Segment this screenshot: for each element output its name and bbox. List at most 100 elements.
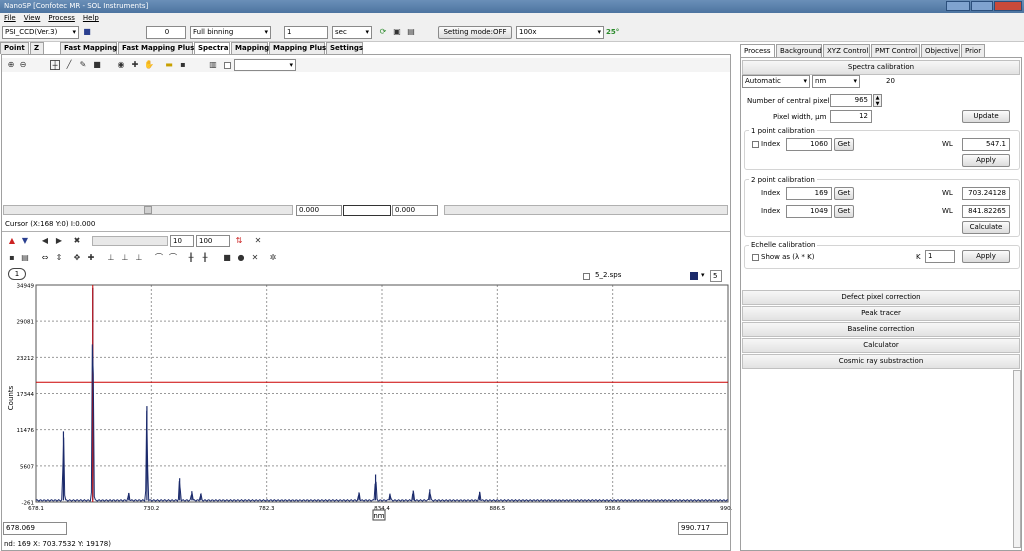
pencil-icon[interactable]: ✎ bbox=[78, 60, 88, 70]
binning-select[interactable]: Full binning bbox=[190, 26, 271, 39]
echelle-apply-button[interactable]: Apply bbox=[962, 250, 1010, 263]
peak-label-icon[interactable]: ⊥ bbox=[106, 253, 116, 263]
calculate-button[interactable]: Calculate bbox=[962, 221, 1010, 234]
section-baseline-correction[interactable]: Baseline correction bbox=[742, 322, 1020, 337]
stop-icon[interactable]: ■ bbox=[222, 253, 232, 263]
calibration-mode-select[interactable]: Automatic bbox=[742, 75, 810, 88]
section-cosmic-ray-substraction[interactable]: Cosmic ray substraction bbox=[742, 354, 1020, 369]
tab-spectra[interactable]: Spectra bbox=[194, 42, 230, 54]
rtab-prior[interactable]: Prior bbox=[961, 44, 985, 57]
tab-mapping-plus[interactable]: Mapping Plus bbox=[269, 42, 326, 54]
move-icon[interactable]: ✚ bbox=[130, 60, 140, 70]
baseline-icon[interactable]: ⌒ bbox=[168, 253, 178, 263]
section-defect-pixel-correction[interactable]: Defect pixel correction bbox=[742, 290, 1020, 305]
image-window-icon[interactable]: ▤ bbox=[406, 27, 416, 37]
fit-width-icon[interactable]: ⇔ bbox=[40, 253, 50, 263]
rtab-process[interactable]: Process bbox=[740, 44, 775, 57]
rtab-pmt-control[interactable]: PMT Control bbox=[871, 44, 920, 57]
two-point-wl1-field[interactable]: 703.24128 bbox=[962, 187, 1010, 200]
section-calculator[interactable]: Calculator bbox=[742, 338, 1020, 353]
move-axes-icon[interactable]: ✚ bbox=[86, 253, 96, 263]
fit-height-icon[interactable]: ⇕ bbox=[54, 253, 64, 263]
zoom-out-icon[interactable]: ⊖ bbox=[18, 60, 28, 70]
tab-fast-mapping-plus[interactable]: Fast Mapping Plus bbox=[118, 42, 194, 54]
two-point-index2-field[interactable]: 1049 bbox=[786, 205, 832, 218]
spectrum-chart[interactable]: 34949290812321217344114765607-261 678.1 7… bbox=[0, 280, 732, 525]
cancel-icon[interactable]: ✕ bbox=[250, 253, 260, 263]
marker-pair-icon[interactable]: ╫ bbox=[200, 253, 210, 263]
rtab-background[interactable]: Background bbox=[776, 44, 822, 57]
peak-area-icon[interactable]: ⊥ bbox=[120, 253, 130, 263]
objective-select[interactable]: 100x bbox=[516, 26, 604, 39]
eye-icon[interactable]: ◉ bbox=[116, 60, 126, 70]
open-folder-icon[interactable]: ▬ bbox=[164, 60, 174, 70]
maximize-button[interactable] bbox=[971, 1, 993, 11]
two-point-get2-button[interactable]: Get bbox=[834, 205, 854, 218]
range-to-field[interactable]: 100 bbox=[196, 235, 230, 247]
overlay-checkbox[interactable] bbox=[224, 62, 231, 69]
clear-icon[interactable]: ✕ bbox=[253, 236, 263, 246]
spectra-calibration-header[interactable]: Spectra calibration bbox=[742, 60, 1020, 75]
image-h-scrollbar-right[interactable] bbox=[444, 205, 728, 215]
range-box[interactable] bbox=[343, 205, 391, 216]
spectrum-slider[interactable] bbox=[92, 236, 168, 246]
prev-icon[interactable]: ◀ bbox=[40, 236, 50, 246]
triangle-up-icon[interactable]: ▲ bbox=[7, 236, 17, 246]
two-point-index1-field[interactable]: 169 bbox=[786, 187, 832, 200]
record-icon[interactable]: ● bbox=[236, 253, 246, 263]
print-icon[interactable]: ▤ bbox=[20, 253, 30, 263]
process-v-scrollbar[interactable] bbox=[1013, 370, 1021, 548]
plot-number-badge[interactable]: 1 bbox=[8, 268, 26, 280]
tab-mapping[interactable]: Mapping bbox=[231, 42, 269, 54]
exposure-field[interactable]: 1 bbox=[284, 26, 328, 39]
one-point-get-button[interactable]: Get bbox=[834, 138, 854, 151]
menu-help[interactable]: Help bbox=[83, 14, 99, 22]
tab-settings[interactable]: Settings bbox=[326, 42, 363, 54]
echelle-k-field[interactable]: 1 bbox=[925, 250, 955, 263]
splitter[interactable] bbox=[2, 231, 730, 232]
peak-fit-icon[interactable]: ⊥ bbox=[134, 253, 144, 263]
tab-fast-mapping[interactable]: Fast Mapping bbox=[60, 42, 117, 54]
delete-icon[interactable]: ✖ bbox=[72, 236, 82, 246]
scroll-left-value[interactable]: 0.000 bbox=[296, 205, 342, 216]
range-from-field[interactable]: 10 bbox=[170, 235, 194, 247]
tab-z[interactable]: Z bbox=[30, 42, 44, 54]
crosshair-icon[interactable]: ┼ bbox=[50, 60, 60, 70]
rtab-xyz-control[interactable]: XYZ Control bbox=[823, 44, 870, 57]
image-scroll-thumb[interactable] bbox=[144, 206, 152, 214]
update-button[interactable]: Update bbox=[962, 110, 1010, 123]
pixel-width-field[interactable]: 12 bbox=[830, 110, 872, 123]
image-mode-select[interactable] bbox=[234, 59, 296, 71]
close-button[interactable] bbox=[994, 1, 1022, 11]
one-point-index-field[interactable]: 1060 bbox=[786, 138, 832, 151]
menu-file[interactable]: File bbox=[4, 14, 16, 22]
device-select[interactable]: PSI_CCD(Ver.3) bbox=[2, 26, 79, 39]
menu-view[interactable]: View bbox=[24, 14, 41, 22]
legend-color-swatch[interactable] bbox=[690, 272, 698, 280]
x-max-field[interactable]: 990.717 bbox=[678, 522, 728, 535]
settings-icon[interactable]: ✲ bbox=[268, 253, 278, 263]
camera-icon[interactable]: ■ bbox=[82, 27, 92, 37]
section-peak-tracer[interactable]: Peak tracer bbox=[742, 306, 1020, 321]
two-point-get1-button[interactable]: Get bbox=[834, 187, 854, 200]
scroll-right-value[interactable]: 0.000 bbox=[392, 205, 438, 216]
legend-checkbox[interactable] bbox=[583, 273, 590, 280]
next-icon[interactable]: ▶ bbox=[54, 236, 64, 246]
pan-icon[interactable]: ✥ bbox=[72, 253, 82, 263]
one-point-checkbox[interactable] bbox=[752, 141, 759, 148]
hand-icon[interactable]: ✋ bbox=[144, 60, 154, 70]
setting-mode-button[interactable]: Setting mode:OFF bbox=[438, 26, 512, 39]
refresh-icon[interactable]: ⟳ bbox=[378, 27, 388, 37]
counter-field[interactable]: 0 bbox=[146, 26, 186, 39]
export-icon[interactable]: ▥ bbox=[208, 60, 218, 70]
zoom-in-icon[interactable]: ⊕ bbox=[6, 60, 16, 70]
marker-icon[interactable]: ╫ bbox=[186, 253, 196, 263]
smooth-icon[interactable]: ⌒ bbox=[154, 253, 164, 263]
calibration-unit-select[interactable]: nm bbox=[812, 75, 860, 88]
menu-process[interactable]: Process bbox=[48, 14, 75, 22]
one-point-apply-button[interactable]: Apply bbox=[962, 154, 1010, 167]
one-point-wl-field[interactable]: 547.1 bbox=[962, 138, 1010, 151]
tab-point[interactable]: Point bbox=[0, 42, 29, 54]
rectangle-tool-icon[interactable]: ■ bbox=[92, 60, 102, 70]
echelle-checkbox[interactable] bbox=[752, 254, 759, 261]
